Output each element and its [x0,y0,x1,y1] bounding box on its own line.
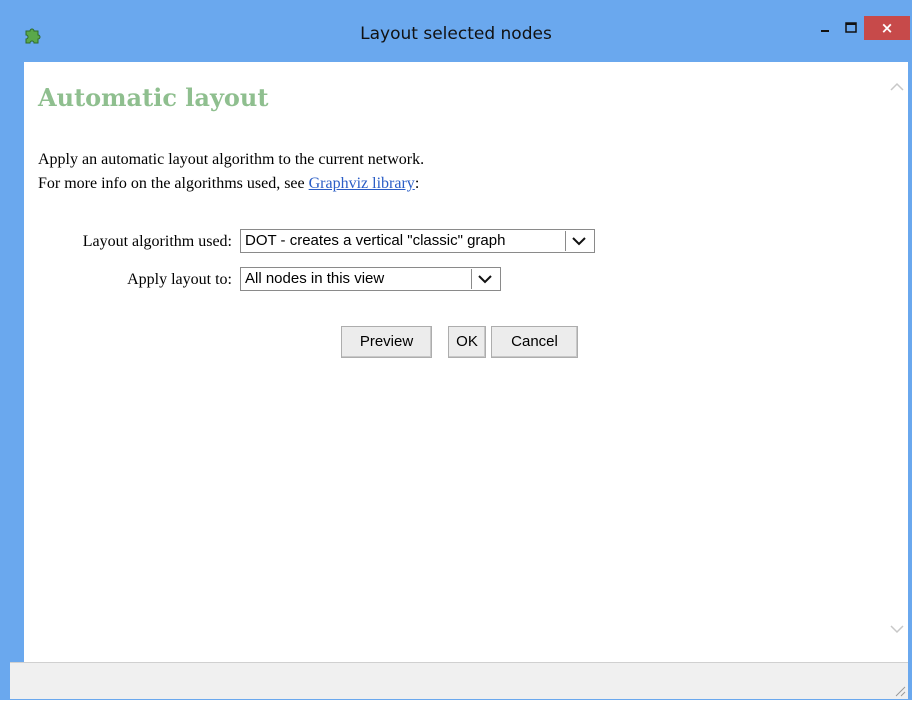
algorithm-label: Layout algorithm used: [82,233,232,250]
dialog-window: Layout selected nodes × Automatic layout… [0,0,912,700]
minimize-button[interactable] [812,18,838,40]
preview-button[interactable]: Preview [341,326,432,358]
vertical-scrollbar[interactable] [886,62,908,662]
scroll-down-icon[interactable] [886,618,908,640]
window-title: Layout selected nodes [360,24,552,44]
page-title: Automatic layout [38,83,269,112]
apply-label: Apply layout to: [127,271,232,288]
description-suffix: : [414,175,420,192]
resize-grip-icon[interactable] [892,683,906,697]
maximize-button[interactable] [838,18,864,40]
close-button[interactable]: × [864,16,910,40]
maximize-icon [845,22,857,33]
apply-to-select[interactable]: All nodes in this view [240,267,501,291]
status-bar [10,662,908,699]
title-bar[interactable]: Layout selected nodes × [0,0,912,50]
chevron-down-icon[interactable] [471,269,499,289]
algorithm-select[interactable]: DOT - creates a vertical "classic" graph [240,229,595,253]
algorithm-select-value: DOT - creates a vertical "classic" graph [245,232,506,249]
minimize-icon [821,30,829,32]
scroll-up-icon[interactable] [886,76,908,98]
description-prefix: For more info on the algorithms used, se… [38,175,309,192]
description: Apply an automatic layout algorithm to t… [38,148,424,196]
chevron-down-icon[interactable] [565,231,593,251]
ok-button[interactable]: OK [448,326,486,358]
graphviz-library-link[interactable]: Graphviz library [309,175,415,192]
description-line-2: For more info on the algorithms used, se… [38,172,424,196]
cancel-button[interactable]: Cancel [491,326,578,358]
close-icon: × [880,19,894,37]
apply-to-select-value: All nodes in this view [245,270,385,287]
description-line-1: Apply an automatic layout algorithm to t… [38,151,425,168]
